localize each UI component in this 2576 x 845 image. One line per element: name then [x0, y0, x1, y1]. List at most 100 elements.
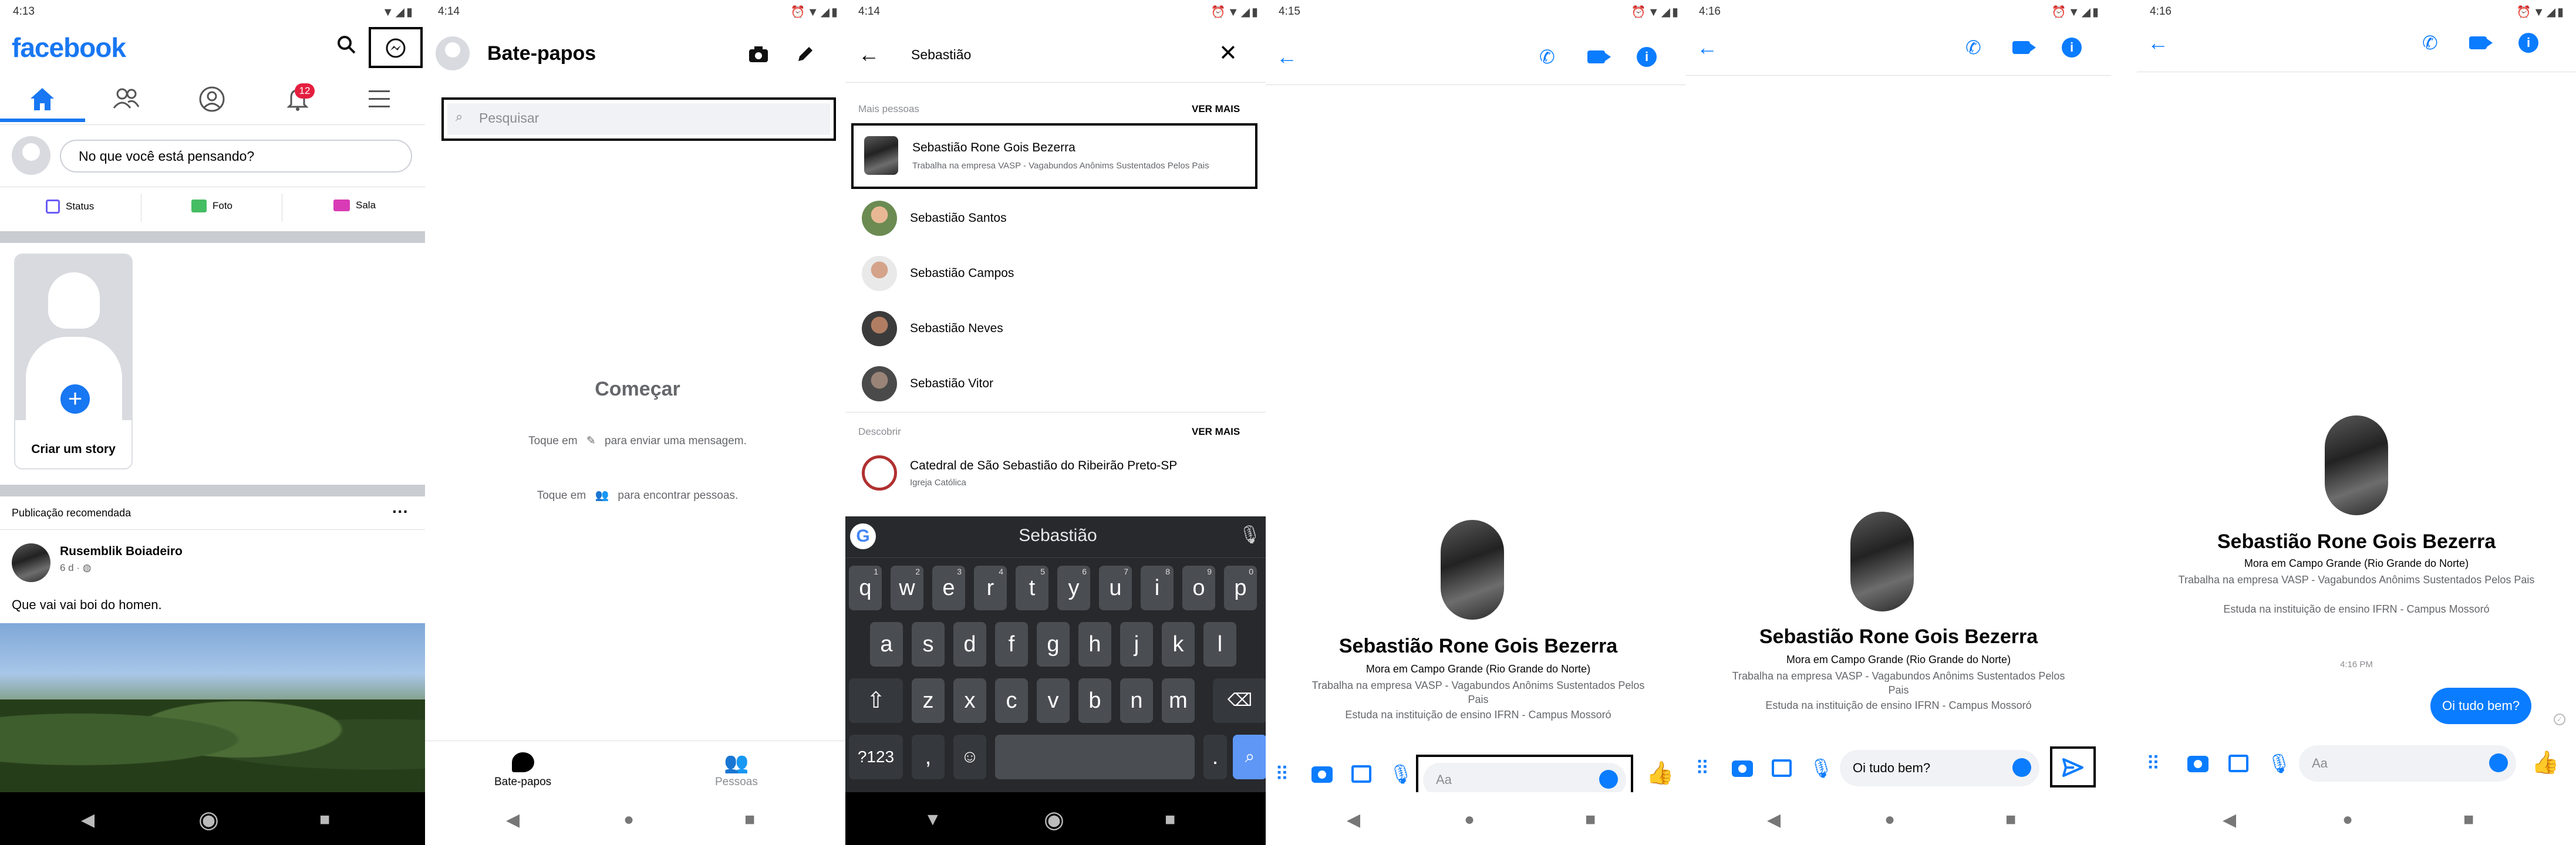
key[interactable]: z	[912, 678, 945, 723]
video-call-icon[interactable]	[1587, 50, 1611, 63]
emoji-icon[interactable]	[2012, 758, 2031, 777]
back-arrow-icon[interactable]: ←	[2147, 31, 2169, 55]
phone-call-icon[interactable]: ✆	[2422, 32, 2438, 54]
recents-nav-icon[interactable]: ■	[1165, 810, 1175, 830]
phone-call-icon[interactable]: ✆	[1965, 36, 1981, 59]
profile-icon[interactable]	[198, 86, 225, 113]
home-nav-icon[interactable]: ●	[2342, 810, 2353, 830]
photo-action[interactable]: Foto	[191, 200, 232, 212]
search-input[interactable]: ⌕ Pesquisar	[441, 97, 836, 141]
see-more-link[interactable]: VER MAIS	[1192, 103, 1240, 115]
key[interactable]: j	[1120, 622, 1153, 667]
phone-call-icon[interactable]: ✆	[1539, 46, 1555, 68]
microphone-icon[interactable]: 🎙	[1389, 763, 1413, 785]
message-input[interactable]: Aa	[2299, 745, 2516, 782]
sent-message-bubble[interactable]: Oi tudo bem?	[2430, 688, 2532, 724]
more-actions-icon[interactable]: ⠿	[2146, 752, 2160, 775]
camera-icon[interactable]	[1311, 766, 1333, 783]
list-item[interactable]: Sebastião Vitor	[852, 359, 1257, 410]
info-icon[interactable]: i	[2518, 33, 2538, 53]
recents-nav-icon[interactable]: ■	[1585, 810, 1596, 830]
key[interactable]: 8i	[1141, 566, 1174, 610]
home-nav-icon[interactable]: ◉	[198, 806, 219, 833]
emoji-icon[interactable]	[1599, 770, 1618, 789]
camera-icon[interactable]	[2187, 756, 2209, 772]
key[interactable]: k	[1162, 622, 1195, 667]
recents-nav-icon[interactable]: ■	[319, 810, 330, 830]
post-image[interactable]	[0, 623, 425, 792]
post-author-name[interactable]: Rusemblik Boiadeiro	[60, 545, 183, 559]
key[interactable]: m	[1162, 678, 1195, 723]
composer-input[interactable]: No que você está pensando?	[60, 140, 412, 173]
key[interactable]: h	[1078, 622, 1111, 667]
key[interactable]: 3e	[932, 566, 965, 610]
back-nav-icon[interactable]: ◀	[81, 810, 95, 830]
search-key[interactable]: ⌕	[1233, 735, 1267, 779]
shift-key[interactable]: ⇧	[849, 678, 903, 723]
key[interactable]: 0p	[1224, 566, 1257, 610]
tab-chats[interactable]: Bate-papos	[494, 752, 551, 789]
menu-icon[interactable]	[367, 89, 391, 109]
back-arrow-icon[interactable]: ←	[1276, 45, 1297, 69]
back-nav-icon[interactable]: ◀	[1767, 810, 1781, 830]
like-icon[interactable]: 👍	[1646, 760, 1674, 786]
key[interactable]: 6y	[1057, 566, 1090, 610]
video-call-icon[interactable]	[2012, 41, 2036, 54]
backspace-key[interactable]: ⌫	[1213, 678, 1267, 723]
key[interactable]: 5t	[1016, 566, 1048, 610]
gallery-icon[interactable]	[1351, 765, 1371, 783]
avatar[interactable]	[436, 36, 470, 70]
list-item[interactable]: Sebastião Santos	[852, 194, 1257, 244]
home-nav-icon[interactable]: ●	[1884, 810, 1895, 830]
microphone-icon[interactable]: 🎙	[2267, 752, 2291, 775]
home-nav-icon[interactable]: ●	[1464, 810, 1475, 830]
more-actions-icon[interactable]: ⠿	[1275, 763, 1289, 785]
key[interactable]: n	[1120, 678, 1153, 723]
list-item[interactable]: Sebastião Neves	[852, 304, 1257, 354]
friends-icon[interactable]	[112, 87, 141, 110]
avatar[interactable]	[12, 136, 50, 175]
key[interactable]: b	[1078, 678, 1111, 723]
back-nav-icon[interactable]: ◀	[506, 810, 520, 830]
comma-key[interactable]: ,	[912, 735, 945, 779]
camera-icon[interactable]	[1732, 760, 1753, 777]
recents-nav-icon[interactable]: ■	[2463, 810, 2474, 830]
info-icon[interactable]: i	[2062, 38, 2082, 58]
video-call-icon[interactable]	[2469, 36, 2493, 49]
microphone-icon[interactable]: 🎙	[1809, 757, 1833, 779]
gallery-icon[interactable]	[1772, 759, 1792, 777]
post-author-avatar[interactable]	[12, 543, 50, 582]
create-story-card[interactable]: + Criar um story	[14, 254, 133, 469]
key[interactable]: a	[870, 622, 903, 667]
recents-nav-icon[interactable]: ■	[744, 810, 755, 830]
key[interactable]: g	[1037, 622, 1070, 667]
search-query-input[interactable]: Sebastião	[911, 47, 971, 63]
gallery-icon[interactable]	[2228, 755, 2248, 772]
list-item[interactable]: Sebastião Campos	[852, 249, 1257, 299]
more-options-icon[interactable]: ···	[392, 502, 409, 521]
search-result-highlighted[interactable]: Sebastião Rone Gois Bezerra Trabalha na …	[851, 123, 1257, 189]
more-actions-icon[interactable]: ⠿	[1695, 757, 1710, 779]
close-icon[interactable]: ✕	[1219, 40, 1238, 66]
space-key[interactable]	[995, 735, 1195, 779]
hide-keyboard-icon[interactable]: ▼	[924, 810, 942, 830]
back-nav-icon[interactable]: ◀	[2223, 810, 2236, 830]
recents-nav-icon[interactable]: ■	[2005, 810, 2016, 830]
back-arrow-icon[interactable]: ←	[1697, 35, 1718, 60]
room-action[interactable]: Sala	[333, 200, 376, 211]
symbols-key[interactable]: ?123	[849, 735, 903, 779]
key[interactable]: 1q	[849, 566, 882, 610]
see-more-link[interactable]: VER MAIS	[1192, 426, 1240, 438]
key[interactable]: v	[1037, 678, 1070, 723]
key[interactable]: s	[912, 622, 945, 667]
key[interactable]: l	[1203, 622, 1236, 667]
compose-icon[interactable]	[795, 43, 816, 65]
emoji-key[interactable]: ☺	[953, 735, 986, 779]
key[interactable]: 7u	[1099, 566, 1132, 610]
keyboard-suggestion[interactable]: Sebastião	[845, 526, 1270, 546]
emoji-icon[interactable]	[2489, 753, 2508, 772]
message-input[interactable]: Oi tudo bem?	[1840, 750, 2039, 786]
key[interactable]: 2w	[891, 566, 923, 610]
info-icon[interactable]: i	[1637, 47, 1657, 67]
key[interactable]: 4r	[974, 566, 1007, 610]
